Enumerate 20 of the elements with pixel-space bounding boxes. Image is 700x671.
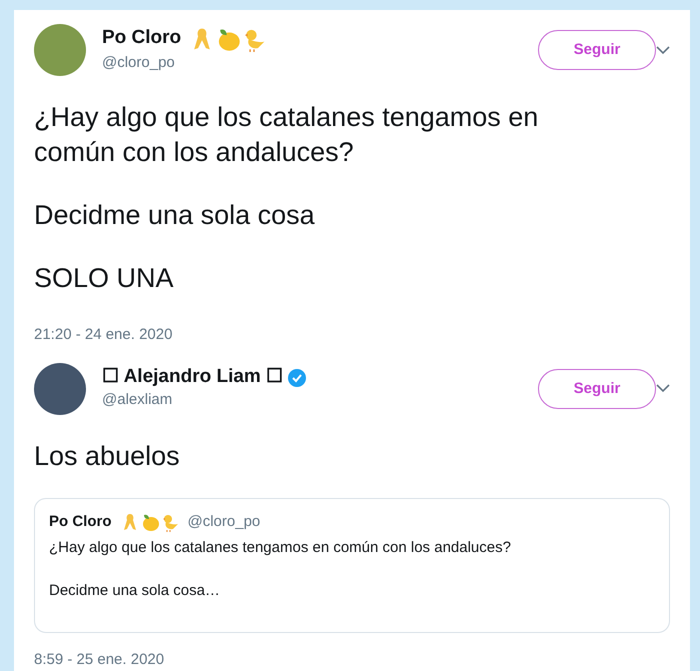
tweet-text: Decidme una sola cosa: [34, 199, 316, 232]
chevron-down-icon[interactable]: [656, 384, 670, 394]
user-handle: @cloro_po: [102, 52, 176, 73]
user-handle: @alexliam: [102, 390, 174, 410]
avatar-image: [34, 24, 86, 76]
tweet-text: Los abuelos: [34, 440, 181, 473]
quoted-text: Decidme una sola cosa…: [49, 580, 221, 601]
timestamp: 8:59 - 25 ene. 2020: [34, 650, 166, 670]
tweet-text: ¿Hay algo que los catalanes tengamos en común con los andaluces?: [34, 101, 540, 170]
user-name: Po Cloro: [102, 27, 182, 50]
user-name: Po Cloro: [49, 512, 112, 532]
quoted-tweet-card[interactable]: Po Cloro @cloro_po ¿Hay algo que los catalanes tengamos en común con los andaluces? Decidme una sola cosa…: [34, 498, 670, 634]
follow-button[interactable]: Seguir: [538, 368, 656, 409]
user-handle: @cloro_po: [188, 512, 260, 532]
tweet-text: SOLO UNA: [34, 262, 175, 296]
timestamp: 21:20 - 24 ene. 2020: [34, 325, 174, 346]
chevron-down-icon[interactable]: [656, 46, 670, 54]
quoted-text: ¿Hay algo que los catalanes tengamos en común con los andaluces?: [49, 538, 512, 558]
user-name: ☐ Alejandro Liam ☐: [102, 366, 284, 390]
follow-button[interactable]: Seguir: [538, 30, 656, 70]
